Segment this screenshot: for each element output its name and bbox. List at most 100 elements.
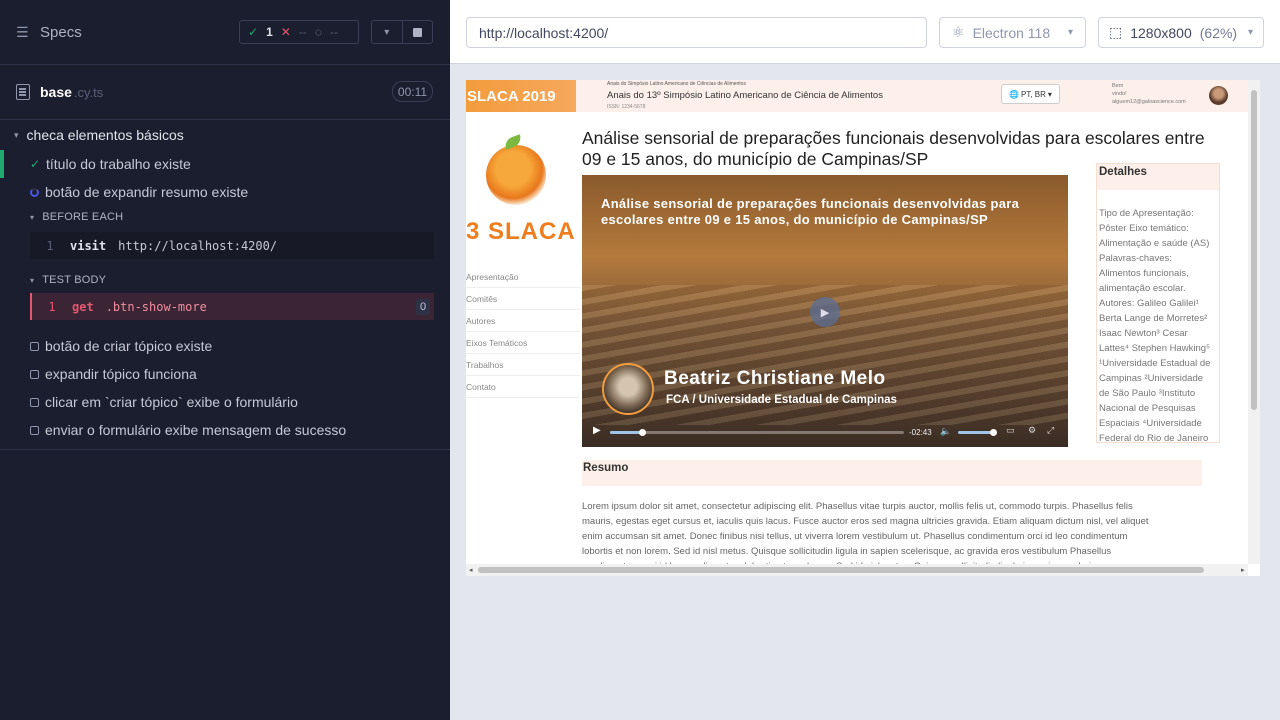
anais-subtitle: Anais do Simpósio Latino Americano de Ci… — [607, 81, 746, 87]
horizontal-scrollbar[interactable]: ◂ ▸ — [466, 564, 1248, 576]
volume-knob[interactable] — [990, 429, 997, 436]
hook-label: BEFORE EACH — [42, 211, 124, 223]
speaker-photo — [602, 363, 654, 415]
test-title: título do trabalho existe — [46, 156, 191, 172]
command-name: get — [72, 299, 94, 314]
browser-toolbar: http://localhost:4200/ ⚛ Electron 118 ▾ … — [450, 0, 1280, 64]
slaca-banner[interactable]: SLACA 2019 — [466, 80, 576, 112]
issn: ISSN: 1234-5678 — [607, 104, 646, 110]
passed-icon: ✓ — [248, 25, 259, 39]
gear-icon[interactable]: ⚙ — [1028, 425, 1036, 436]
nav-item[interactable]: Autores — [466, 310, 580, 332]
test-item[interactable]: ✓ título do trabalho existe — [0, 150, 450, 178]
test-title: botão de expandir resumo existe — [45, 184, 249, 200]
video-title: Análise sensorial de preparações funcion… — [601, 196, 1020, 227]
passed-count: 1 — [266, 25, 273, 39]
scrollbar-thumb[interactable] — [478, 567, 1204, 573]
test-item[interactable]: enviar o formulário exibe mensagem de su… — [0, 416, 450, 444]
play-icon[interactable]: ▶ — [810, 297, 840, 327]
test-item[interactable]: botão de criar tópico existe — [0, 332, 450, 360]
spec-file-ext: .cy.ts — [73, 84, 104, 100]
avatar[interactable] — [1209, 86, 1228, 105]
test-item[interactable]: expandir tópico funciona — [0, 360, 450, 388]
pending-icon: ◌ — [314, 25, 322, 39]
stop-button[interactable] — [403, 21, 433, 43]
app-under-test: SLACA 2019 Anais do Simpósio Latino Amer… — [466, 80, 1260, 576]
welcome-line: Bem — [1112, 83, 1124, 89]
video-progress[interactable] — [610, 429, 904, 436]
language-button[interactable]: 🌐 PT, BR ▾ — [1001, 84, 1060, 104]
resumo-line: Lorem ipsum dolor sit amet, consectetur … — [582, 501, 1133, 512]
test-stats: ✓ 1 ✕ -- ◌ -- — [239, 20, 359, 44]
vertical-scrollbar[interactable] — [1248, 80, 1260, 564]
url-input[interactable]: http://localhost:4200/ — [466, 17, 927, 48]
side-nav: Apresentação Comitês Autores Eixos Temát… — [466, 266, 580, 398]
welcome-text: Bem vindo! alguem12@galoascience.com — [1112, 82, 1186, 106]
resumo-section: Resumo Lorem ipsum dolor sit amet, conse… — [582, 460, 1202, 574]
check-icon: ✓ — [29, 157, 41, 171]
pending-count: -- — [329, 25, 338, 39]
browser-select[interactable]: ⚛ Electron 118 ▾ — [939, 17, 1086, 48]
chevron-down-icon: ▾ — [1067, 27, 1073, 38]
command-row[interactable]: 1 visit http://localhost:4200/ — [30, 232, 434, 259]
globe-icon: 🌐 — [1009, 89, 1020, 99]
spec-file-name: base — [40, 84, 72, 100]
spec-file-row[interactable]: base .cy.ts — [0, 65, 450, 120]
hook-test-body[interactable]: ▾ TEST BODY — [0, 269, 450, 291]
details-line: Espaciais ⁴Universidade — [1099, 418, 1202, 429]
failed-count: -- — [298, 25, 307, 39]
caret-down-icon: ▾ — [1047, 89, 1052, 99]
specs-menu-icon[interactable]: ☰ — [16, 25, 32, 39]
resumo-line: enim accumsan sit amet. Donec finibus ni… — [582, 531, 1128, 542]
test-title: enviar o formulário exibe mensagem de su… — [45, 422, 347, 438]
scroll-right-icon[interactable]: ▸ — [1241, 566, 1245, 574]
logo-text: 3 SLACA — [466, 218, 576, 245]
nav-item[interactable]: Comitês — [466, 288, 580, 310]
progress-fill — [610, 431, 643, 434]
speaker-institution: FCA / Universidade Estadual de Campinas — [666, 394, 897, 406]
test-title: botão de criar tópico existe — [45, 338, 213, 354]
suite-title[interactable]: ▾ checa elementos básicos — [0, 120, 450, 150]
captions-icon[interactable]: ▭ — [1006, 425, 1015, 436]
time-remaining: -02:43 — [909, 428, 932, 437]
details-panel: Detalhes Tipo de Apresentação: Pôster Ei… — [1096, 163, 1220, 444]
video-player[interactable]: Análise sensorial de preparações funcion… — [582, 175, 1068, 447]
chevron-down-icon[interactable]: ▾ — [372, 21, 403, 43]
zoom-level: (62%) — [1199, 24, 1238, 41]
progress-knob[interactable] — [639, 429, 647, 436]
volume-bar[interactable] — [958, 431, 994, 434]
speaker-name: Beatriz Christiane Melo — [664, 368, 886, 389]
volume-icon[interactable]: 🔈 — [940, 426, 951, 437]
electron-icon: ⚛ — [952, 24, 965, 40]
nav-item[interactable]: Apresentação — [466, 266, 580, 288]
browser-label: Electron 118 — [972, 24, 1051, 41]
fullscreen-icon[interactable]: ⤢ — [1047, 425, 1054, 436]
command-row[interactable]: 1 get .btn-show-more 0 — [30, 293, 434, 320]
pending-box-icon — [30, 369, 39, 379]
orange-logo-shape — [486, 145, 546, 205]
chevron-down-icon: ▾ — [30, 275, 35, 285]
hook-before-each[interactable]: ▾ BEFORE EACH — [0, 206, 450, 228]
language-label: PT, BR — [1021, 89, 1046, 99]
run-controls: ▾ — [371, 20, 433, 44]
nav-item[interactable]: Eixos Temáticos — [466, 332, 580, 354]
suite-title-label: checa elementos básicos — [26, 127, 184, 143]
nav-item[interactable]: Trabalhos — [466, 354, 580, 376]
app-header: SLACA 2019 Anais do Simpósio Latino Amer… — [466, 80, 1248, 112]
scrollbar-thumb[interactable] — [1251, 90, 1257, 410]
test-item[interactable]: clicar em `criar tópico` exibe o formulá… — [0, 388, 450, 416]
details-line: Nacional de Pesquisas — [1099, 403, 1196, 414]
details-line: Lattes⁴ Stephen Hawking⁵ — [1099, 343, 1211, 354]
failed-icon: ✕ — [280, 25, 291, 39]
welcome-line: vindo! — [1112, 91, 1127, 97]
play-icon[interactable]: ▶ — [593, 425, 601, 436]
test-item[interactable]: botão de expandir resumo existe — [0, 178, 450, 206]
scroll-left-icon[interactable]: ◂ — [469, 566, 473, 574]
anais-title: Anais do 13º Simpósio Latino Americano d… — [607, 90, 883, 101]
nav-item[interactable]: Contato — [466, 376, 580, 398]
details-line: de São Paulo ³Instituto — [1099, 388, 1196, 399]
viewport-size: 1280x800 — [1130, 24, 1192, 41]
details-line: Federal do Rio de Janeiro — [1099, 433, 1209, 444]
specs-label[interactable]: Specs — [40, 24, 82, 41]
viewport-select[interactable]: ⬚ 1280x800 (62%) ▾ — [1098, 17, 1264, 48]
